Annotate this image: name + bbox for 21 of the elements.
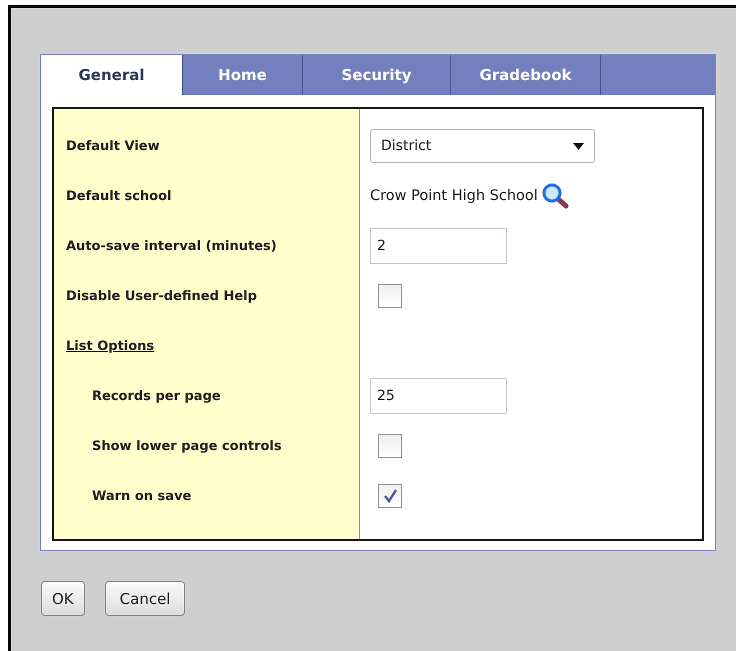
school-name: Crow Point High School — [370, 188, 538, 204]
cancel-button[interactable]: Cancel — [104, 581, 186, 616]
ok-button[interactable]: OK — [41, 581, 85, 616]
tab[interactable]: General — [41, 55, 183, 95]
field-label: Disable User-defined Help — [65, 288, 257, 304]
search-icon[interactable] — [542, 183, 570, 209]
checkmark-icon — [382, 488, 398, 504]
field-label: Default View — [65, 138, 160, 154]
field-label: Warn on save — [91, 488, 192, 504]
checkbox[interactable] — [378, 434, 402, 458]
field-label: Auto-save interval (minutes) — [65, 238, 277, 254]
field-label: Default school — [65, 188, 172, 204]
section-heading: List Options — [65, 338, 154, 354]
checkbox[interactable] — [378, 284, 402, 308]
checkbox[interactable] — [378, 484, 402, 508]
caret-icon — [573, 142, 584, 150]
field-label: Records per page — [91, 388, 221, 404]
input-field[interactable]: 2 — [370, 228, 507, 264]
field-label: Show lower page controls — [91, 438, 282, 454]
default-view-select[interactable]: District — [370, 129, 595, 163]
input-field[interactable]: 25 — [370, 378, 507, 414]
